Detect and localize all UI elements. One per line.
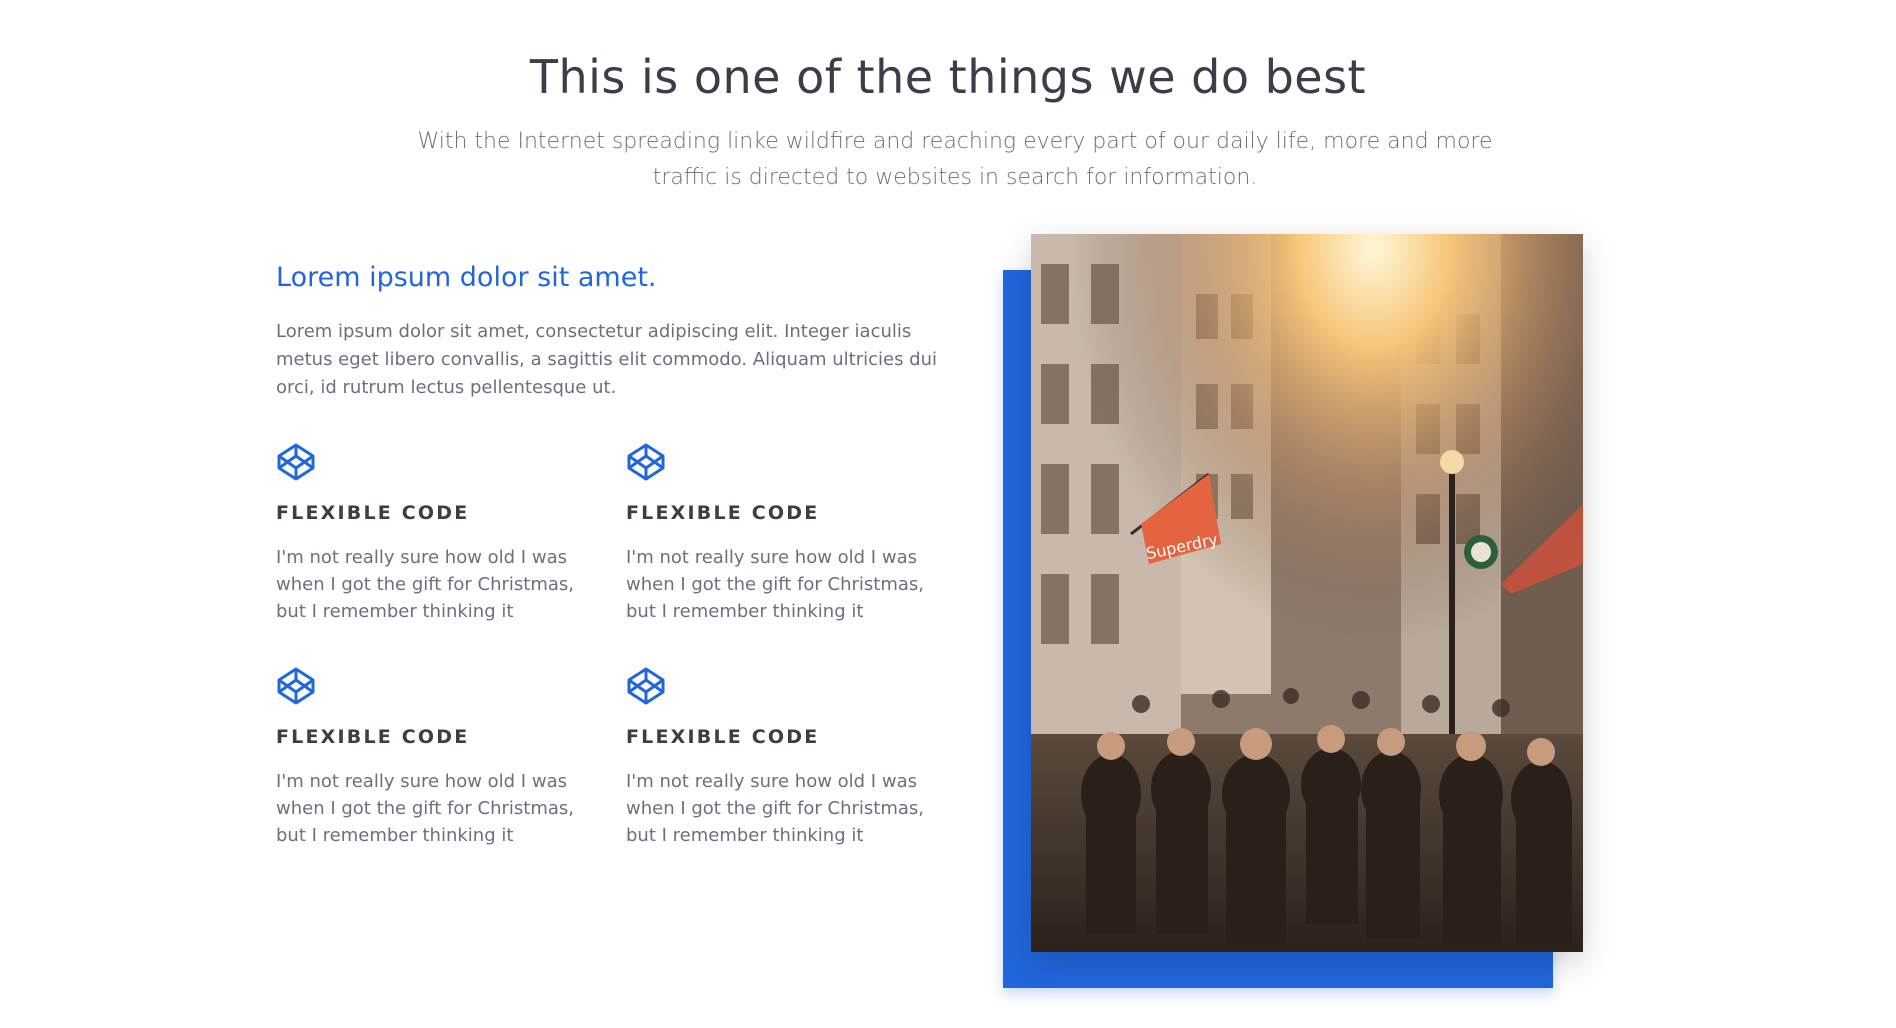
card-text: I'm not really sure how old I was when I… <box>276 547 575 622</box>
features-section: This is one of the things we do best Wit… <box>0 0 1896 1028</box>
card-title: FLEXIBLE CODE <box>626 502 820 524</box>
feature-card: FLEXIBLE CODE I'm not really sure how ol… <box>626 442 956 625</box>
feature-card: FLEXIBLE CODE I'm not really sure how ol… <box>626 666 956 849</box>
card-title: FLEXIBLE CODE <box>626 726 820 748</box>
street-scene: Superdry <box>1031 234 1583 952</box>
card-text: I'm not really sure how old I was when I… <box>626 547 925 622</box>
card-text: I'm not really sure how old I was when I… <box>276 771 575 846</box>
feature-heading: Lorem ipsum dolor sit amet. <box>276 262 657 293</box>
section-subtitle: With the Internet spreading linke wildfi… <box>417 129 1493 190</box>
feature-card: FLEXIBLE CODE I'm not really sure how ol… <box>276 442 606 625</box>
codepen-icon <box>277 443 315 481</box>
card-title: FLEXIBLE CODE <box>276 502 470 524</box>
codepen-icon <box>277 667 315 705</box>
codepen-icon <box>627 443 665 481</box>
street-photo: Superdry <box>1031 234 1583 952</box>
codepen-icon <box>627 667 665 705</box>
image-block: Superdry <box>1003 234 1583 994</box>
feature-intro: Lorem ipsum dolor sit amet, consectetur … <box>276 321 938 398</box>
card-title: FLEXIBLE CODE <box>276 726 470 748</box>
feature-card: FLEXIBLE CODE I'm not really sure how ol… <box>276 666 606 849</box>
section-title: This is one of the things we do best <box>529 50 1367 104</box>
card-text: I'm not really sure how old I was when I… <box>626 771 925 846</box>
